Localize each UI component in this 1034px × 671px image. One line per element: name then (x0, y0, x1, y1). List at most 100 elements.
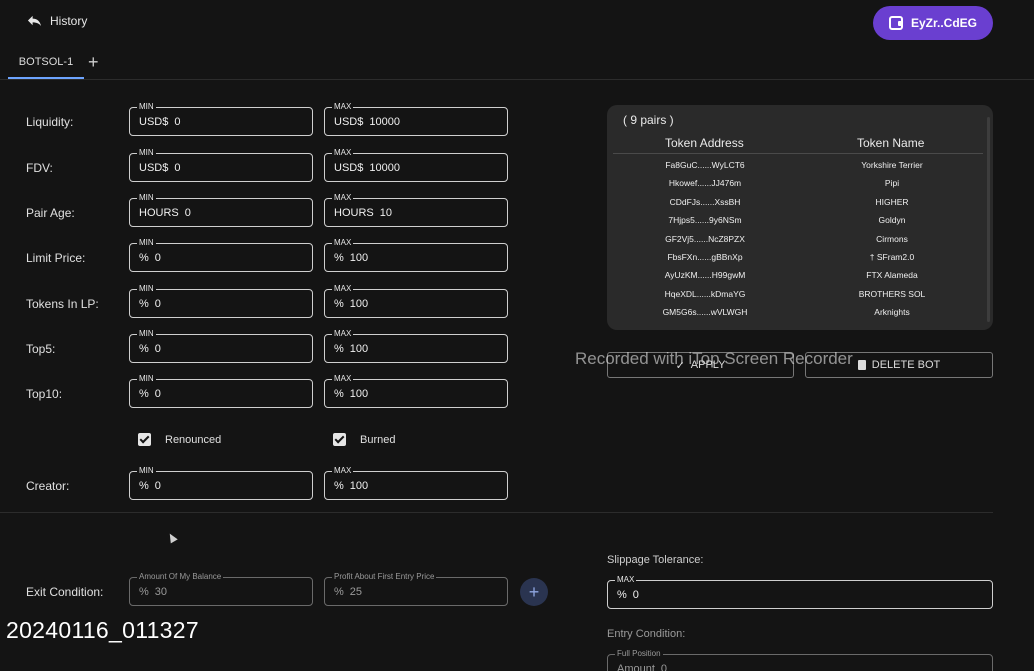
history-button[interactable]: History (27, 13, 87, 28)
recorder-watermark: Recorded with iTop Screen Recorder (575, 349, 853, 368)
field-value: 10000 (369, 116, 400, 128)
field-prefix: % (334, 480, 344, 492)
full-position-field[interactable]: Full Position Amount 0 (607, 649, 993, 671)
field-value: 30 (154, 586, 168, 598)
filter-max-field[interactable]: MAX% 100 (324, 238, 508, 272)
field-label: MAX (332, 148, 354, 158)
field-prefix: USD$ (139, 162, 169, 174)
filter-min-field[interactable]: MIN% 0 (129, 329, 313, 363)
filter-label: Top10: (26, 387, 63, 401)
field-value: 100 (349, 343, 369, 355)
field-prefix: % (139, 252, 149, 264)
field-prefix: % (334, 586, 344, 598)
field-prefix: Amount (617, 663, 655, 671)
pair-row[interactable]: CDdFJs......XssBH HIGHER (607, 197, 987, 215)
pair-row[interactable]: Fa8GuC......WyLCT6 Yorkshire Terrier (607, 160, 987, 178)
token-name: Pipi (884, 178, 900, 189)
filter-max-field[interactable]: MAX USD$ 10000 (324, 148, 508, 182)
token-name: BROTHERS SOL (858, 288, 926, 299)
delete-label: DELETE BOT (871, 359, 941, 371)
token-address: AyUzKM......H99gwM (664, 270, 746, 281)
history-label: History (50, 13, 88, 28)
field-value: 100 (349, 298, 369, 310)
burned-label: Burned (360, 433, 396, 446)
pair-row[interactable]: GM5G6s......wVLWGH Arknights (607, 307, 987, 325)
filter-min-field[interactable]: MIN USD$ 0 (129, 148, 313, 182)
filter-label: Tokens In LP: (26, 297, 99, 311)
renounced-checkbox[interactable]: Renounced (138, 433, 221, 446)
check-icon (333, 433, 346, 446)
creator-max-field[interactable]: MAX % 100 (324, 466, 508, 500)
field-prefix: % (334, 388, 344, 400)
field-label: MAX (332, 102, 354, 112)
add-exit-condition-button[interactable]: + (520, 578, 548, 606)
wallet-button[interactable]: EyZr..CdEG (873, 6, 993, 40)
add-tab-icon[interactable]: + (88, 52, 99, 72)
field-prefix: % (139, 586, 149, 598)
field-value: 0 (632, 589, 639, 601)
entry-condition-label: Entry Condition: (607, 628, 686, 640)
balance-amount-field[interactable]: Amount Of My Balance % 30 (129, 572, 313, 606)
token-name: Arknights (874, 307, 910, 318)
field-prefix: % (139, 343, 149, 355)
wallet-icon (888, 16, 903, 30)
filter-min-field[interactable]: MIN HOURS 0 (129, 193, 313, 227)
token-name: HIGHER (875, 196, 909, 207)
wallet-address: EyZr..CdEG (910, 16, 978, 30)
pair-row[interactable]: HqeXDL......kDmaYG BROTHERS SOL (607, 289, 987, 307)
filter-max-field[interactable]: MAX USD$ 10000 (324, 102, 508, 136)
check-icon (138, 433, 151, 446)
burned-checkbox[interactable]: Burned (333, 433, 395, 446)
token-name: Goldyn (878, 215, 906, 226)
field-prefix: HOURS (139, 207, 179, 219)
profit-field[interactable]: Profit About First Entry Price % 25 (324, 572, 508, 606)
pair-row[interactable]: 7Hjps5......9y6NSm Goldyn (607, 215, 987, 233)
filter-min-field[interactable]: MIN% 0 (129, 238, 313, 272)
filter-max-field[interactable]: MAX% 100 (324, 284, 508, 318)
creator-min-field[interactable]: MIN % 0 (129, 466, 313, 500)
filter-min-field[interactable]: MIN USD$ 0 (129, 102, 313, 136)
pair-row[interactable]: AyUzKM......H99gwM FTX Alameda (607, 270, 987, 288)
field-prefix: USD$ (139, 116, 169, 128)
field-label: MAX (332, 374, 354, 384)
field-label: MAX (332, 238, 354, 248)
field-value: 0 (154, 343, 161, 355)
filter-min-field[interactable]: MIN% 0 (129, 374, 313, 408)
field-label: MIN (137, 238, 156, 248)
token-address: Fa8GuC......WyLCT6 (665, 160, 745, 170)
pair-row[interactable]: GF2Vj5......NcZ8PZX Cirmons (607, 234, 987, 252)
field-prefix: % (139, 298, 149, 310)
field-value: 0 (154, 298, 161, 310)
column-header-address: Token Address (665, 136, 744, 150)
scrollbar[interactable] (987, 117, 990, 322)
pair-row[interactable]: FbsFXn......gBBnXp † SFram2.0 (607, 252, 987, 270)
field-value: 10000 (369, 162, 400, 174)
slippage-max-field[interactable]: MAX % 0 (607, 575, 993, 609)
filter-label: Pair Age: (26, 206, 75, 220)
filter-max-field[interactable]: MAX HOURS 10 (324, 193, 508, 227)
filter-max-field[interactable]: MAX% 100 (324, 374, 508, 408)
token-address: FbsFXn......gBBnXp (667, 252, 743, 262)
slippage-label: Slippage Tolerance: (607, 554, 704, 566)
field-label: MIN (137, 466, 156, 476)
token-address: GF2Vj5......NcZ8PZX (665, 233, 745, 244)
field-prefix: HOURS (334, 207, 374, 219)
field-label: MIN (137, 102, 156, 112)
column-header-name: Token Name (857, 136, 925, 150)
pair-row[interactable]: Hkowef......JJ476m Pipi (607, 178, 987, 196)
filter-max-field[interactable]: MAX% 100 (324, 329, 508, 363)
field-value: 0 (154, 388, 161, 400)
field-prefix: % (334, 343, 344, 355)
field-label: MAX (332, 284, 354, 294)
field-label: Full Position (615, 649, 663, 659)
pairs-panel: ( 9 pairs ) Token Address Token Name Fa8… (607, 105, 993, 330)
trash-icon (857, 360, 866, 370)
field-label: MAX (332, 329, 354, 339)
field-label: MAX (332, 193, 354, 203)
tab-botsol-1[interactable]: BOTSOL-1 (8, 50, 84, 79)
filter-min-field[interactable]: MIN% 0 (129, 284, 313, 318)
field-value: 100 (349, 480, 369, 492)
filter-label: Top5: (26, 342, 56, 356)
field-label: MIN (137, 284, 156, 294)
field-prefix: % (334, 298, 344, 310)
